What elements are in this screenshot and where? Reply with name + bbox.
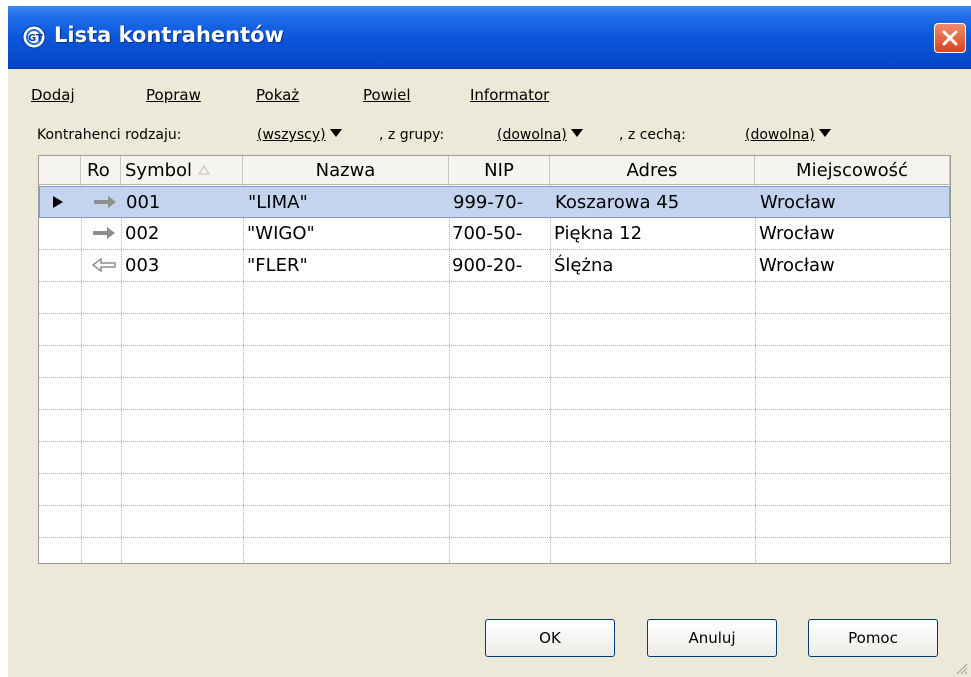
filter-feature-dropdown[interactable]: (dowolna) [745, 127, 831, 143]
arrow-left-icon [91, 250, 117, 281]
cell-city: Wrocław [759, 223, 835, 244]
header-address-label: Adres [626, 160, 678, 181]
table-row-empty [39, 346, 950, 378]
cell-city: Wrocław [759, 255, 835, 276]
table-row-empty [39, 314, 950, 346]
cell-nip: 900-20- [452, 255, 523, 276]
table-row-empty [39, 378, 950, 410]
filter-group-dropdown[interactable]: (dowolna) [497, 127, 583, 143]
filter-group-value: (dowolna) [497, 127, 567, 143]
table-row[interactable]: 001 "LIMA" 999-70- Koszarowa 45 Wrocław [39, 186, 950, 218]
help-button[interactable]: Pomoc [808, 619, 938, 657]
header-ro[interactable]: Ro [81, 156, 121, 185]
header-city[interactable]: Miejscowość [755, 156, 950, 185]
menu-add[interactable]: Dodaj [31, 86, 75, 104]
header-ro-label: Ro [87, 160, 110, 181]
header-address[interactable]: Adres [550, 156, 755, 185]
header-indicator [39, 156, 81, 185]
cell-name: "WIGO" [247, 223, 315, 244]
menu-duplicate[interactable]: Powiel [363, 86, 411, 104]
cell-symbol: 003 [125, 255, 160, 276]
header-symbol-label: Symbol [125, 160, 193, 181]
table-row-empty [39, 442, 950, 474]
table-row-empty [39, 410, 950, 442]
filter-type-dropdown[interactable]: (wszyscy) [257, 127, 342, 143]
cell-symbol: 001 [126, 192, 161, 213]
cell-name: "FLER" [247, 255, 308, 276]
dialog-window: GT Lista kontrahentów Dodaj Popraw Pokaż… [8, 6, 971, 677]
sort-ascending-icon [197, 160, 210, 181]
header-nip[interactable]: NIP [449, 156, 550, 185]
window-title: Lista kontrahentów [54, 23, 284, 47]
table-row-empty [39, 474, 950, 506]
cell-address: Koszarowa 45 [555, 192, 680, 213]
table-row-empty [39, 506, 950, 538]
contractors-table[interactable]: Ro Symbol Nazwa NIP Adres Miejscowość 00… [38, 155, 951, 564]
cell-address: Piękna 12 [554, 223, 643, 244]
filter-type-value: (wszyscy) [257, 127, 326, 143]
cell-nip: 999-70- [453, 192, 524, 213]
filter-group-label: , z grupy: [379, 127, 445, 143]
menu-show[interactable]: Pokaż [256, 86, 299, 104]
svg-text:GT: GT [28, 33, 43, 44]
table-row[interactable]: 003 "FLER" 900-20- Ślężna Wrocław [39, 250, 950, 282]
filter-type-label: Kontrahenci rodzaju: [37, 127, 182, 143]
menu-informator[interactable]: Informator [470, 86, 549, 104]
cell-city: Wrocław [760, 192, 836, 213]
header-symbol[interactable]: Symbol [121, 156, 243, 185]
arrow-right-icon [91, 218, 117, 249]
chevron-down-icon [329, 129, 342, 137]
cell-address: Ślężna [554, 255, 614, 276]
close-button[interactable] [934, 23, 966, 53]
title-bar[interactable]: GT Lista kontrahentów [8, 6, 971, 69]
filter-feature-label: , z cechą: [619, 127, 686, 143]
resize-grip-icon[interactable] [954, 660, 968, 677]
header-name-label: Nazwa [315, 160, 376, 181]
cell-symbol: 002 [125, 223, 160, 244]
cell-name: "LIMA" [248, 192, 308, 213]
arrow-right-icon [92, 187, 118, 218]
header-city-label: Miejscowość [796, 160, 908, 181]
table-row-empty [39, 282, 950, 314]
filter-feature-value: (dowolna) [745, 127, 815, 143]
cell-nip: 700-50- [452, 223, 523, 244]
chevron-down-icon [818, 129, 831, 137]
app-logo-icon: GT [22, 25, 46, 49]
cancel-button[interactable]: Anuluj [647, 619, 777, 657]
ok-button[interactable]: OK [485, 619, 615, 657]
header-name[interactable]: Nazwa [243, 156, 449, 185]
table-row[interactable]: 002 "WIGO" 700-50- Piękna 12 Wrocław [39, 218, 950, 250]
menu-edit[interactable]: Popraw [146, 86, 201, 104]
row-pointer-icon [52, 187, 64, 218]
chevron-down-icon [570, 129, 583, 137]
header-nip-label: NIP [484, 160, 514, 181]
